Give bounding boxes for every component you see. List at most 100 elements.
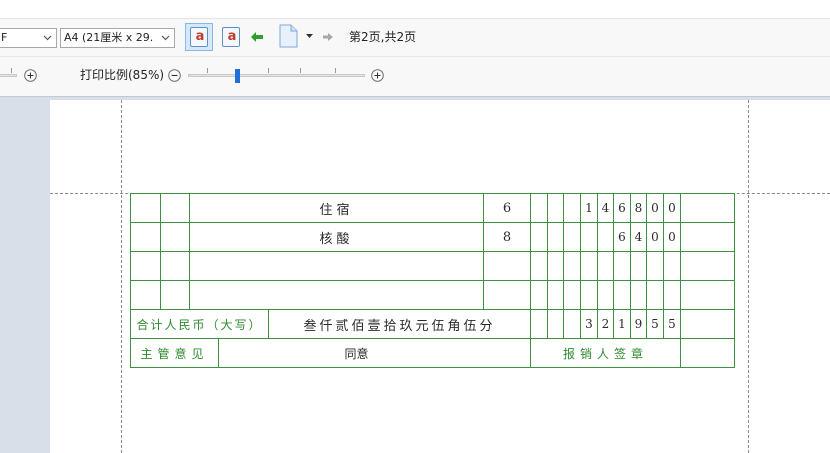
landscape-page-glyph: a — [227, 29, 237, 44]
amount-digit-cell: 4 — [630, 222, 647, 252]
amount-digit-cell — [646, 251, 664, 281]
arrow-left-icon[interactable] — [250, 31, 264, 43]
table-row: 住宿 6 1 4 6 8 0 0 — [130, 193, 735, 223]
signature-cell — [680, 338, 735, 368]
margin-slider-track[interactable] — [0, 74, 17, 77]
portrait-page-icon: a — [190, 27, 208, 47]
right-margin-guide — [748, 100, 749, 453]
amount-digit-cell — [630, 251, 647, 281]
approval-row: 主管意见 同意 报销人签章 — [130, 338, 735, 368]
amount-digit-cell — [547, 193, 564, 223]
item-name-cell — [189, 251, 484, 281]
print-toolbar: F A4 (21厘米 x 29. a a 第2页,共2页 — [0, 18, 830, 56]
zoom-out-icon[interactable] — [168, 69, 181, 82]
row-blank-cell — [160, 193, 190, 223]
preview-workspace: 住宿 6 1 4 6 8 0 0 核酸 8 6 4 0 0 合计人民币（大写） … — [0, 97, 830, 453]
table-row — [130, 251, 735, 281]
total-row: 合计人民币（大写） 叁仟贰佰壹拾玖元伍角伍分 3 2 1 9 5 5 — [130, 309, 735, 339]
portrait-orientation-button[interactable]: a — [185, 23, 213, 51]
zoom-label: 打印比例(85%) — [80, 68, 165, 82]
zoom-slider-track[interactable] — [188, 74, 365, 77]
zoom-toolbar: 打印比例(85%) — [0, 56, 830, 97]
printer-select[interactable]: F — [0, 28, 57, 48]
slider-tick — [11, 68, 12, 73]
amount-digit-cell — [563, 193, 581, 223]
total-digit-cell: 3 — [580, 309, 598, 339]
total-digit-cell: 9 — [630, 309, 647, 339]
amount-digit-cell — [563, 251, 581, 281]
amount-digit-cell: 6 — [613, 193, 631, 223]
paper-size-select[interactable]: A4 (21厘米 x 29. — [60, 28, 175, 48]
supervisor-opinion-label: 主管意见 — [130, 338, 219, 368]
row-trailing-cell — [680, 193, 735, 223]
paper-size-select-value: A4 (21厘米 x 29. — [64, 31, 154, 44]
amount-digit-cell: 0 — [646, 222, 664, 252]
amount-digit-cell — [597, 280, 614, 310]
amount-digit-cell: 1 — [580, 193, 598, 223]
amount-digit-cell — [563, 280, 581, 310]
left-margin-guide — [121, 100, 122, 453]
amount-digit-cell — [663, 280, 681, 310]
amount-digit-cell — [613, 251, 631, 281]
portrait-page-glyph: a — [195, 29, 205, 44]
slider-tick — [268, 68, 269, 73]
landscape-page-icon: a — [222, 27, 240, 47]
amount-digit-cell — [530, 280, 548, 310]
chevron-down-icon — [43, 35, 52, 41]
amount-digit-cell — [663, 251, 681, 281]
reimbursement-table: 住宿 6 1 4 6 8 0 0 核酸 8 6 4 0 0 合计人民币（大写） … — [130, 193, 735, 368]
amount-digit-cell — [580, 280, 598, 310]
amount-digit-cell — [597, 222, 614, 252]
item-name-cell: 核酸 — [189, 222, 484, 252]
amount-digit-cell: 0 — [663, 193, 681, 223]
caret-down-icon[interactable] — [306, 34, 313, 38]
printer-select-value: F — [1, 31, 8, 44]
row-trailing-cell — [680, 280, 735, 310]
amount-digit-cell — [630, 280, 647, 310]
amount-digit-cell — [597, 251, 614, 281]
total-amount-in-words: 叁仟贰佰壹拾玖元伍角伍分 — [268, 309, 531, 339]
amount-digit-cell: 6 — [613, 222, 631, 252]
item-quantity-cell — [483, 251, 531, 281]
item-quantity-cell — [483, 280, 531, 310]
zoom-in-icon[interactable] — [371, 69, 384, 82]
chevron-down-icon — [161, 35, 170, 41]
slider-tick — [335, 68, 336, 73]
amount-digit-cell — [547, 251, 564, 281]
total-digit-cell — [547, 309, 564, 339]
row-trailing-cell — [680, 251, 735, 281]
supervisor-opinion-value: 同意 — [218, 338, 531, 368]
amount-digit-cell — [547, 280, 564, 310]
table-row: 核酸 8 6 4 0 0 — [130, 222, 735, 252]
amount-digit-cell — [547, 222, 564, 252]
table-row — [130, 280, 735, 310]
item-quantity-cell: 6 — [483, 193, 531, 223]
total-digit-cell: 5 — [663, 309, 681, 339]
row-trailing-cell — [680, 222, 735, 252]
item-name-cell: 住宿 — [189, 193, 484, 223]
zoom-slider-thumb[interactable] — [235, 69, 241, 83]
preview-page: 住宿 6 1 4 6 8 0 0 核酸 8 6 4 0 0 合计人民币（大写） … — [50, 100, 830, 453]
amount-digit-cell — [646, 280, 664, 310]
amount-digit-cell: 4 — [597, 193, 614, 223]
total-digit-cell: 2 — [597, 309, 614, 339]
page-icon[interactable] — [277, 24, 299, 48]
landscape-orientation-button[interactable]: a — [217, 23, 245, 51]
amount-digit-cell: 0 — [646, 193, 664, 223]
amount-digit-cell: 8 — [630, 193, 647, 223]
row-blank-cell — [130, 280, 161, 310]
amount-digit-cell — [580, 251, 598, 281]
page-indicator: 第2页,共2页 — [349, 30, 417, 44]
arrow-right-icon[interactable] — [322, 32, 334, 42]
total-digit-cell — [563, 309, 581, 339]
row-blank-cell — [160, 280, 190, 310]
item-quantity-cell: 8 — [483, 222, 531, 252]
total-digit-cell: 5 — [646, 309, 664, 339]
total-label: 合计人民币（大写） — [130, 309, 269, 339]
claimant-signature-label: 报销人签章 — [530, 338, 681, 368]
row-blank-cell — [130, 251, 161, 281]
window-top-strip — [0, 0, 830, 18]
zoom-in-icon[interactable] — [24, 69, 37, 82]
amount-digit-cell — [530, 222, 548, 252]
row-trailing-cell — [680, 309, 735, 339]
